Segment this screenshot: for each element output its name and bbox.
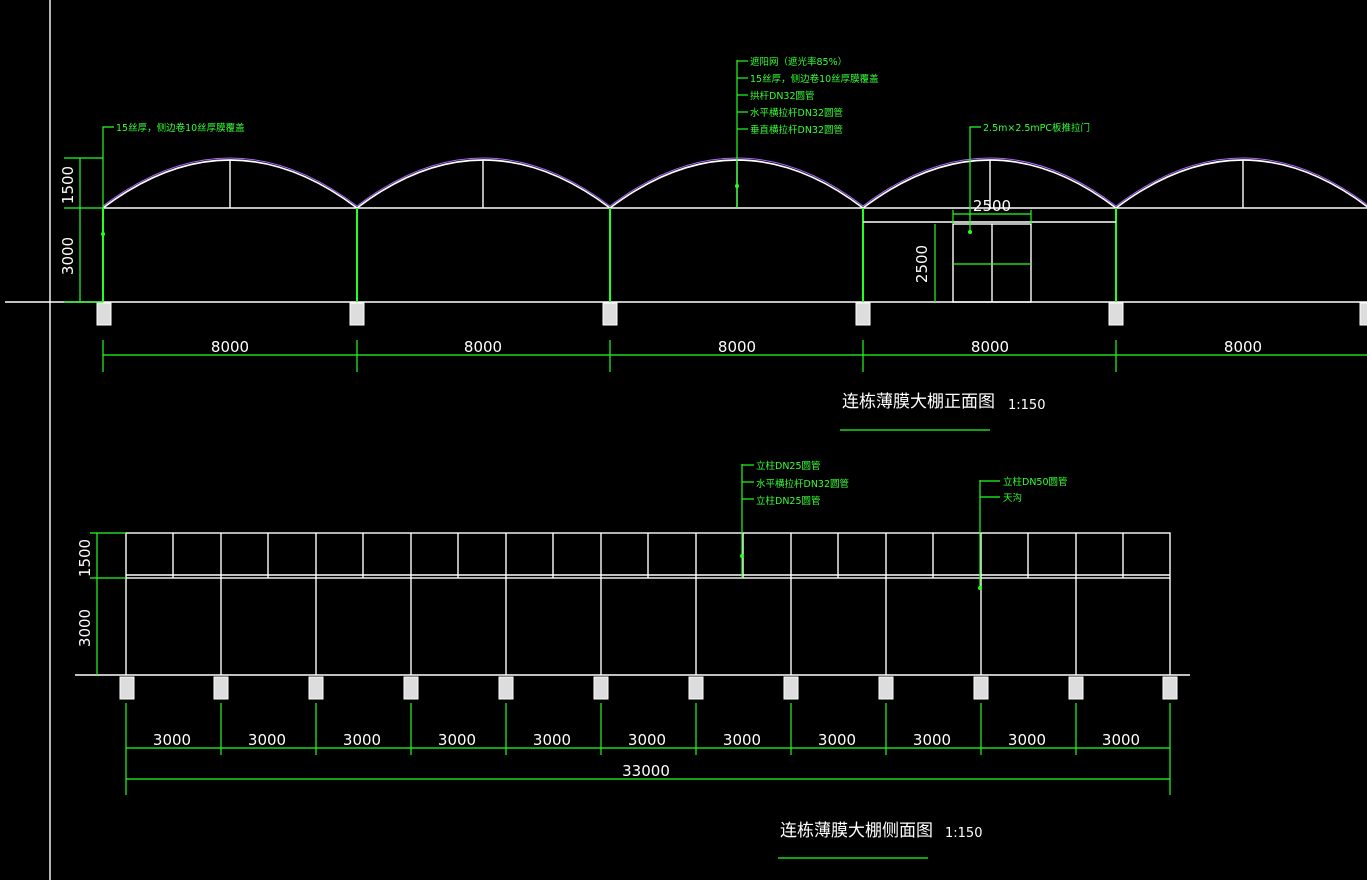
side-bay-label: 3000	[533, 731, 571, 749]
side-bay-label: 3000	[913, 731, 951, 749]
side-bay-label: 3000	[1008, 731, 1046, 749]
arch	[1115, 159, 1367, 209]
front-span-label: 8000	[718, 338, 756, 356]
side-columns	[125, 578, 1171, 675]
side-bay-label: 3000	[438, 731, 476, 749]
front-span-label: 8000	[211, 338, 249, 356]
front-lower-height: 3000	[59, 237, 77, 275]
front-scale: 1:150	[1008, 398, 1045, 413]
leader-line	[969, 126, 981, 232]
front-note-left: 15丝厚，侧边卷10丝厚膜覆盖	[116, 122, 245, 134]
side-footings	[119, 676, 1178, 700]
footing	[1359, 302, 1367, 326]
side-note-right: 立柱DN50圆管	[1003, 476, 1068, 488]
side-bay-label: 3000	[248, 731, 286, 749]
leader-dot	[740, 554, 744, 558]
leader-dot	[968, 230, 972, 234]
leader-line	[102, 126, 114, 234]
front-footings	[96, 302, 1367, 326]
front-note-center: 垂直横拉杆DN32圆管	[750, 124, 843, 136]
side-elevation: 1500 3000 3000 3000 3000 3000 3000 3000 …	[75, 460, 1190, 859]
cad-drawing-canvas: 2500 2500 1500 3000 8000 8000 8000 8000 …	[5, 0, 1367, 880]
front-note-door: 2.5m×2.5mPC板推拉门	[983, 122, 1090, 134]
leader-ticks	[737, 60, 748, 130]
front-span-ticks	[102, 340, 1117, 372]
front-note-center: 遮阳网（遮光率85%）	[750, 56, 847, 68]
door-width-label: 2500	[973, 197, 1011, 215]
side-bay-label: 3000	[153, 731, 191, 749]
front-note-center: 水平横拉杆DN32圆管	[750, 107, 843, 119]
leader-dot	[101, 232, 105, 236]
side-scale: 1:150	[945, 826, 982, 841]
leader-dot	[735, 184, 739, 188]
footing	[602, 302, 618, 326]
door-height-label: 2500	[913, 245, 931, 283]
front-span-label: 8000	[464, 338, 502, 356]
side-upper-height: 1500	[76, 539, 94, 577]
front-upper-height: 1500	[59, 166, 77, 204]
side-note-center: 水平横拉杆DN32圆管	[756, 478, 849, 490]
side-bay-label: 3000	[818, 731, 856, 749]
side-bay-label: 3000	[723, 731, 761, 749]
front-span-label: 8000	[1224, 338, 1262, 356]
side-bay-label: 3000	[628, 731, 666, 749]
side-note-right: 天沟	[1003, 492, 1022, 504]
side-note-center: 立柱DN25圆管	[756, 460, 821, 472]
front-arches	[102, 157, 1367, 209]
side-title: 连栋薄膜大棚侧面图	[780, 821, 933, 841]
side-note-center: 立柱DN25圆管	[756, 495, 821, 507]
side-bay-ticks	[125, 703, 1171, 795]
side-bay-label: 3000	[343, 731, 381, 749]
front-span-label: 8000	[971, 338, 1009, 356]
footing	[349, 302, 365, 326]
front-elevation: 2500 2500 1500 3000 8000 8000 8000 8000 …	[5, 56, 1367, 431]
front-note-center: 15丝厚，侧边卷10丝厚膜覆盖	[750, 73, 879, 85]
leader-ticks	[742, 464, 754, 500]
leader-ticks	[980, 480, 1000, 498]
leader-dot	[978, 586, 982, 590]
front-title: 连栋薄膜大棚正面图	[842, 392, 995, 412]
footing	[96, 302, 112, 326]
side-bay-label: 3000	[1102, 731, 1140, 749]
footing	[1108, 302, 1124, 326]
side-total-label: 33000	[622, 762, 670, 780]
side-lower-height: 3000	[76, 609, 94, 647]
front-note-center: 拱杆DN32圆管	[750, 90, 815, 102]
footing	[855, 302, 871, 326]
